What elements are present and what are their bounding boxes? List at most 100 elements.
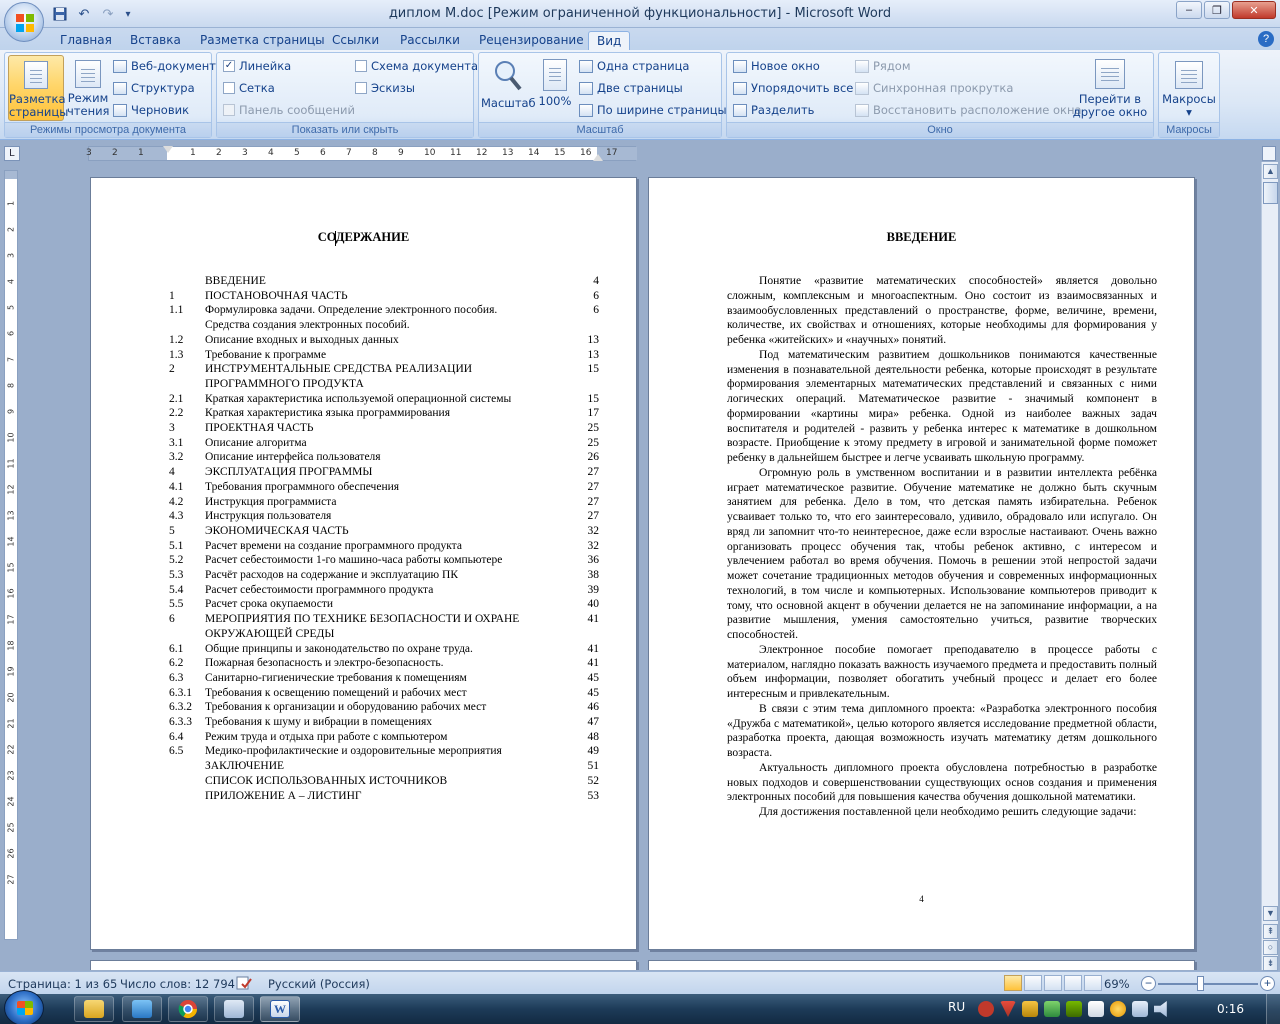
print-layout-button[interactable]: Разметка страницы bbox=[8, 55, 68, 121]
horizontal-ruler[interactable]: 3 2 1 1 2 3 4 5 6 7 8 9 10 11 12 13 14 15 16 17 bbox=[86, 146, 637, 161]
scroll-up-icon[interactable]: ▲ bbox=[1263, 164, 1278, 179]
web-layout-button[interactable]: Веб-документ bbox=[113, 59, 216, 73]
toc-entry[interactable]: 5.4 Расчет себестоимости программного про… bbox=[91, 583, 638, 598]
tray-app-icon-4[interactable] bbox=[1110, 1001, 1126, 1017]
next-page-icon[interactable]: ⇟ bbox=[1263, 956, 1278, 971]
vertical-ruler[interactable]: 1 2 3 4 5 6 7 8 9 10 11 12 13 14 15 16 17 18 19 20 21 22 23 24 2… bbox=[4, 170, 18, 940]
start-button[interactable] bbox=[4, 990, 44, 1024]
tab-page-layout[interactable]: Разметка страницы bbox=[192, 31, 333, 50]
toc-entry[interactable]: ЗАКЛЮЧЕНИЕ 51 bbox=[91, 759, 638, 774]
language-status[interactable]: Русский (Россия) bbox=[268, 977, 370, 991]
toc-entry[interactable]: 5 ЭКОНОМИЧЕСКАЯ ЧАСТЬ 32 bbox=[91, 524, 638, 539]
outline-button[interactable]: Структура bbox=[113, 81, 195, 95]
split-button[interactable]: Разделить bbox=[733, 103, 814, 117]
taskbar-media-button[interactable] bbox=[122, 996, 162, 1022]
toc-entry[interactable]: Средства создания электронных пособий. bbox=[91, 318, 638, 333]
close-button[interactable]: ✕ bbox=[1232, 1, 1276, 19]
page-count-status[interactable]: Страница: 1 из 65 bbox=[8, 977, 117, 991]
toc-entry[interactable]: 4.1 Требования программного обеспечения 27 bbox=[91, 480, 638, 495]
zoom-slider[interactable] bbox=[1158, 983, 1258, 985]
tray-app-icon-2[interactable] bbox=[1022, 1001, 1038, 1017]
toc-entry[interactable]: 6.1 Общие принципы и законодательство по … bbox=[91, 642, 638, 657]
taskbar-chrome-button[interactable] bbox=[168, 996, 208, 1022]
toc-entry[interactable]: 5.2 Расчет себестоимости 1-го машино-часа… bbox=[91, 553, 638, 568]
full-screen-reading-button[interactable]: Режим чтения bbox=[67, 55, 109, 121]
right-indent-marker[interactable] bbox=[593, 154, 603, 161]
two-pages-button[interactable]: Две страницы bbox=[579, 81, 683, 95]
page-intro[interactable]: ВВЕДЕНИЕ Понятие «развитие математически… bbox=[648, 177, 1195, 950]
toc-entry[interactable]: 2.1 Краткая характеристика используемой о… bbox=[91, 392, 638, 407]
nvidia-icon[interactable] bbox=[1066, 1001, 1082, 1017]
view-ruler-button[interactable] bbox=[1262, 146, 1276, 161]
browse-object-icon[interactable]: ○ bbox=[1263, 940, 1278, 955]
macros-button[interactable]: Макросы ▾ bbox=[1161, 55, 1217, 121]
toc-entry[interactable]: 3 ПРОЕКТНАЯ ЧАСТЬ 25 bbox=[91, 421, 638, 436]
toc-entry[interactable]: 6.3 Санитарно-гигиенические требования к … bbox=[91, 671, 638, 686]
tab-home[interactable]: Главная bbox=[52, 31, 120, 50]
toc-entry[interactable]: 1 ПОСТАНОВОЧНАЯ ЧАСТЬ 6 bbox=[91, 289, 638, 304]
toc-entry[interactable]: 6.3.3 Требования к шуму и вибрации в поме… bbox=[91, 715, 638, 730]
language-indicator[interactable]: RU bbox=[948, 1000, 965, 1014]
toc-entry[interactable]: 4 ЭКСПЛУАТАЦИЯ ПРОГРАММЫ 27 bbox=[91, 465, 638, 480]
draft-button[interactable]: Черновик bbox=[113, 103, 189, 117]
toc-entry[interactable]: СПИСОК ИСПОЛЬЗОВАННЫХ ИСТОЧНИКОВ 52 bbox=[91, 774, 638, 789]
zoom-slider-thumb[interactable] bbox=[1197, 976, 1204, 991]
page-next-left[interactable] bbox=[90, 960, 637, 970]
toc-entry[interactable]: 4.2 Инструкция программиста 27 bbox=[91, 495, 638, 510]
toc-entry[interactable]: 1.2 Описание входных и выходных данных 13 bbox=[91, 333, 638, 348]
scrollbar-thumb[interactable] bbox=[1263, 182, 1278, 204]
page-next-right[interactable] bbox=[648, 960, 1195, 970]
toc-entry[interactable]: 2 ИНСТРУМЕНТАЛЬНЫЕ СРЕДСТВА РЕАЛИЗАЦИИ 15 bbox=[91, 362, 638, 377]
toc-entry[interactable]: 2.2 Краткая характеристика языка программ… bbox=[91, 406, 638, 421]
taskbar-word-button[interactable]: W bbox=[260, 996, 300, 1022]
word-count-status[interactable]: Число слов: 12 794 bbox=[120, 977, 235, 991]
tab-references[interactable]: Ссылки bbox=[324, 31, 387, 50]
page-toc[interactable]: СОДЕРЖАНИЕ ВВЕДЕНИЕ 4 1 ПОСТАНОВОЧНАЯ ЧАСТЬ… bbox=[90, 177, 637, 950]
zoom-button[interactable]: Масштаб bbox=[481, 55, 536, 121]
scroll-down-icon[interactable]: ▼ bbox=[1263, 906, 1278, 921]
reading-view-icon[interactable] bbox=[1024, 975, 1042, 991]
toc-entry[interactable]: 6.4 Режим труда и отдыха при работе с ком… bbox=[91, 730, 638, 745]
tab-insert[interactable]: Вставка bbox=[122, 31, 189, 50]
switch-windows-button[interactable]: Перейти в другое окно ▾ bbox=[1069, 55, 1151, 132]
taskbar-explorer-button[interactable] bbox=[74, 996, 114, 1022]
spellcheck-icon[interactable] bbox=[236, 975, 252, 994]
tab-review[interactable]: Рецензирование bbox=[471, 31, 592, 50]
first-line-indent-marker[interactable] bbox=[163, 146, 173, 153]
zoom-level[interactable]: 69% bbox=[1104, 977, 1130, 991]
toc-entry[interactable]: 3.1 Описание алгоритма 25 bbox=[91, 436, 638, 451]
taskbar-paint-button[interactable] bbox=[214, 996, 254, 1022]
thumbnails-checkbox[interactable]: Эскизы bbox=[355, 81, 415, 95]
maximize-button[interactable]: ❐ bbox=[1204, 1, 1230, 19]
one-page-button[interactable]: Одна страница bbox=[579, 59, 689, 73]
tray-app-icon-3[interactable] bbox=[1044, 1001, 1060, 1017]
network-icon[interactable] bbox=[1132, 1001, 1148, 1017]
minimize-button[interactable]: – bbox=[1176, 1, 1202, 19]
action-center-icon[interactable] bbox=[1088, 1001, 1104, 1017]
tab-mailings[interactable]: Рассылки bbox=[392, 31, 468, 50]
toc-entry[interactable]: 4.3 Инструкция пользователя 27 bbox=[91, 509, 638, 524]
office-button[interactable] bbox=[4, 2, 44, 42]
outline-view-icon[interactable] bbox=[1064, 975, 1082, 991]
toc-entry[interactable]: 3.2 Описание интерфейса пользователя 26 bbox=[91, 450, 638, 465]
toc-entry[interactable]: ПРОГРАММНОГО ПРОДУКТА bbox=[91, 377, 638, 392]
antivirus-icon[interactable] bbox=[978, 1001, 994, 1017]
toc-entry[interactable]: 5.3 Расчёт расходов на содержание и экспл… bbox=[91, 568, 638, 583]
previous-page-icon[interactable]: ⇞ bbox=[1263, 924, 1278, 939]
toc-entry[interactable]: ОКРУЖАЮЩЕЙ СРЕДЫ bbox=[91, 627, 638, 642]
draft-view-icon[interactable] bbox=[1084, 975, 1102, 991]
vertical-scrollbar[interactable]: ▲ ▼ ⇞ ○ ⇟ bbox=[1261, 162, 1278, 971]
toc-entry[interactable]: 1.1 Формулировка задачи. Определение элек… bbox=[91, 303, 638, 318]
document-map-checkbox[interactable]: Схема документа bbox=[355, 59, 478, 73]
zoom-100-button[interactable]: 100% bbox=[537, 55, 573, 121]
web-view-icon[interactable] bbox=[1044, 975, 1062, 991]
grid-checkbox[interactable]: Сетка bbox=[223, 81, 275, 95]
show-desktop-button[interactable] bbox=[1266, 994, 1280, 1024]
print-layout-view-icon[interactable] bbox=[1004, 975, 1022, 991]
new-window-button[interactable]: Новое окно bbox=[733, 59, 820, 73]
toc-entry[interactable]: ПРИЛОЖЕНИЕ А – ЛИСТИНГ 53 bbox=[91, 789, 638, 804]
zoom-out-button[interactable]: − bbox=[1141, 976, 1156, 991]
toc-entry[interactable]: 6.5 Медико-профилактические и оздоровител… bbox=[91, 744, 638, 759]
toc-entry[interactable]: 5.1 Расчет времени на создание программно… bbox=[91, 539, 638, 554]
ruler-checkbox[interactable]: ✓ Линейка bbox=[223, 59, 291, 73]
